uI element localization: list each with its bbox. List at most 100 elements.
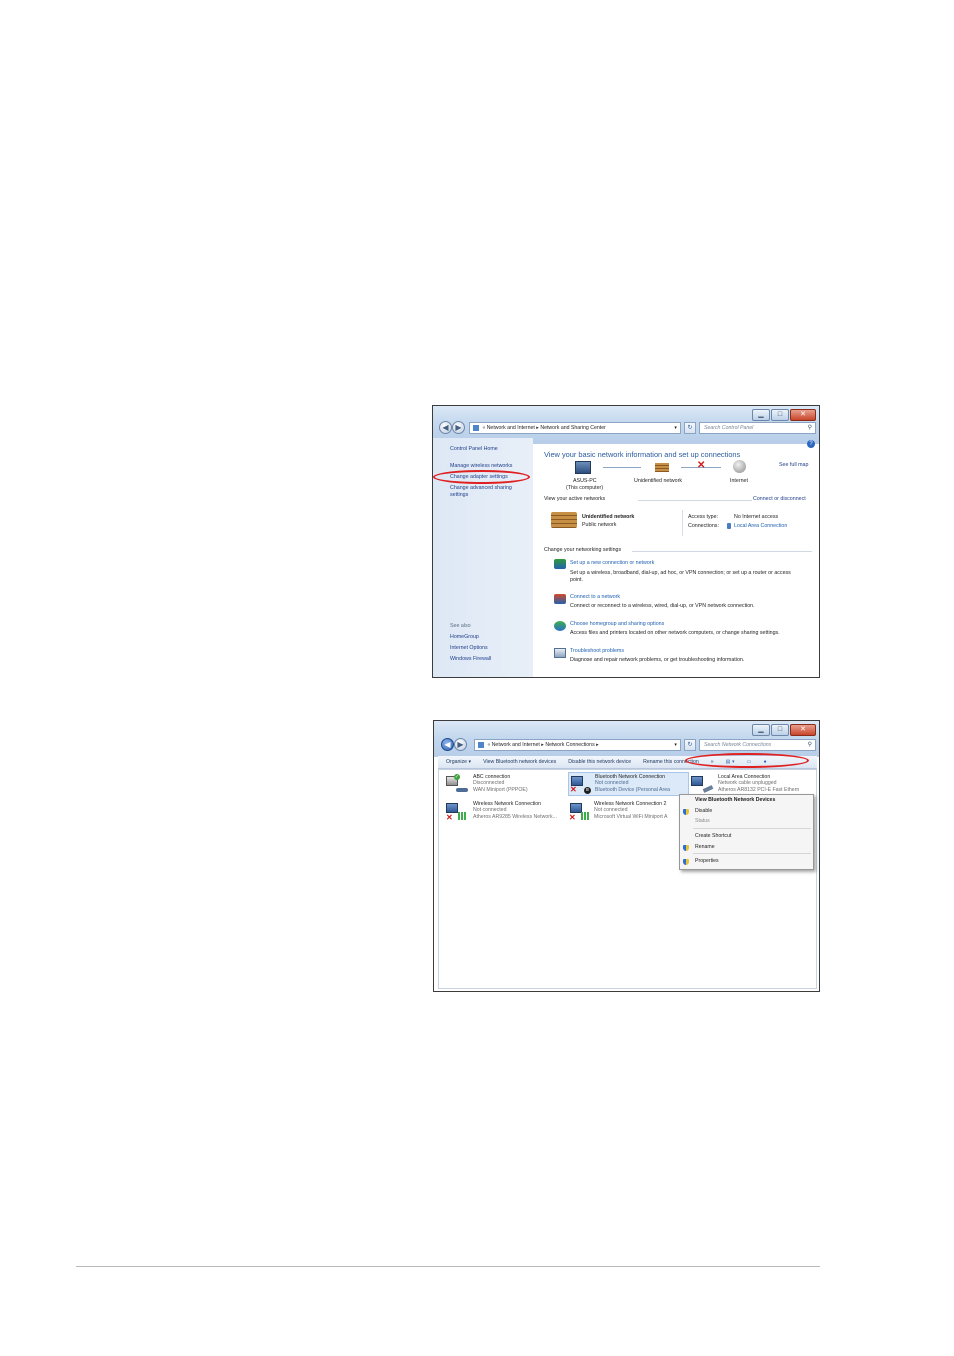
connected-check-icon: ✓: [454, 774, 460, 780]
menu-separator: [693, 853, 811, 854]
breadcrumb-chevrons: «: [482, 425, 486, 431]
refresh-icon[interactable]: ↻: [684, 739, 696, 751]
connection-item-wireless-2[interactable]: ✕ Wireless Network Connection 2 Not conn…: [568, 801, 680, 823]
network-adapter-icon: [691, 776, 703, 786]
wan-cable-icon: [456, 788, 468, 792]
change-advanced-sharing-link-line2[interactable]: settings: [450, 492, 468, 498]
menu-item-create-shortcut[interactable]: Create Shortcut: [680, 832, 813, 841]
change-settings-label: Change your networking settings: [544, 547, 622, 553]
window-controls-2: ▁ □ ✕: [751, 724, 816, 736]
active-network-type-link[interactable]: Public network: [582, 522, 616, 528]
active-networks-label: View your active networks: [544, 496, 606, 502]
section-divider-2: [632, 551, 812, 552]
back-button[interactable]: ◀: [439, 421, 452, 434]
local-area-connection-link[interactable]: Local Area Connection: [734, 523, 787, 529]
cable-unplugged-icon: [702, 785, 714, 793]
menu-item-properties-label: Properties: [695, 858, 719, 864]
connection-item-bluetooth[interactable]: ✕ ʙ Bluetooth Network Connection Not con…: [568, 772, 689, 796]
breadcrumb-separator: ▸: [541, 742, 544, 748]
minimize-button[interactable]: ▁: [752, 724, 770, 736]
forward-button[interactable]: ▶: [454, 738, 467, 751]
help-icon[interactable]: ?: [807, 440, 815, 448]
window-controls: ▁ □ ✕: [751, 409, 816, 421]
network-adapter-icon: [446, 803, 458, 813]
menu-item-rename[interactable]: Rename: [680, 843, 813, 852]
connections-label: Connections:: [688, 523, 719, 529]
section-divider: [638, 500, 752, 501]
signal-bars-icon: [458, 812, 468, 820]
menu-item-properties[interactable]: Properties: [680, 857, 813, 866]
connect-or-disconnect-link[interactable]: Connect or disconnect: [753, 496, 806, 502]
connection-text: ABC connection Disconnected WAN Miniport…: [473, 774, 528, 793]
connection-item-local-area[interactable]: Local Area Connection Network cable unpl…: [691, 774, 815, 796]
computer-icon: [575, 461, 591, 474]
troubleshoot-icon: [554, 648, 566, 658]
manage-wireless-link[interactable]: Manage wireless networks: [450, 463, 512, 469]
close-button[interactable]: ✕: [790, 409, 816, 421]
disconnected-x-icon: ✕: [569, 813, 576, 822]
search-icon[interactable]: ⚲: [808, 740, 812, 750]
address-bar[interactable]: « Network and Internet ▸ Network and Sha…: [469, 422, 681, 434]
dropdown-arrow-icon[interactable]: ▾: [674, 740, 677, 750]
breadcrumb-current[interactable]: Network and Sharing Center: [540, 425, 605, 431]
connection-device: Bluetooth Device (Personal Area: [595, 786, 670, 793]
bench-network-icon: [655, 463, 669, 472]
control-panel-home-link[interactable]: Control Panel Home: [450, 446, 498, 452]
page-title: View your basic network information and …: [544, 450, 741, 459]
setup-connection-desc: Set up a wireless, broadband, dial-up, a…: [570, 570, 791, 576]
address-bar-2[interactable]: « Network and Internet ▸ Network Connect…: [474, 739, 681, 751]
back-button[interactable]: ◀: [441, 738, 454, 751]
menu-item-disable-label: Disable: [695, 808, 713, 814]
forward-button[interactable]: ▶: [452, 421, 465, 434]
uac-shield-icon: [683, 845, 689, 851]
disable-device-button[interactable]: Disable this network device: [568, 759, 631, 765]
bench-network-icon-large: [551, 512, 577, 528]
map-internet-label: Internet: [730, 478, 748, 484]
setup-connection-icon: [554, 559, 566, 569]
internet-options-link[interactable]: Internet Options: [450, 645, 488, 651]
maximize-button[interactable]: □: [771, 724, 789, 736]
connection-item-abc[interactable]: ✓ ABC connection Disconnected WAN Minipo…: [446, 774, 566, 796]
homegroup-link[interactable]: HomeGroup: [450, 634, 479, 640]
breadcrumb-current[interactable]: Network Connections: [545, 742, 594, 748]
troubleshoot-desc: Diagnose and repair network problems, or…: [570, 657, 745, 663]
breadcrumb-separator-2: ▸: [596, 742, 599, 748]
map-computer-name: ASUS-PC: [573, 478, 597, 484]
search-input[interactable]: Search Control Panel ⚲: [699, 422, 816, 434]
access-type-value: No Internet access: [734, 514, 779, 520]
breadcrumb-root[interactable]: Network and Internet: [492, 742, 540, 748]
dropdown-arrow-icon[interactable]: ▾: [674, 423, 677, 433]
disconnected-x-icon: ✕: [570, 785, 577, 794]
map-line-1: [603, 467, 641, 468]
troubleshoot-link[interactable]: Troubleshoot problems: [570, 648, 624, 654]
homegroup-sharing-link[interactable]: Choose homegroup and sharing options: [570, 621, 664, 627]
close-button[interactable]: ✕: [790, 724, 816, 736]
maximize-button[interactable]: □: [771, 409, 789, 421]
view-bluetooth-devices-button[interactable]: View Bluetooth network devices: [483, 759, 556, 765]
menu-item-view-bluetooth-devices[interactable]: View Bluetooth Network Devices: [680, 796, 813, 805]
organize-menu[interactable]: Organize ▾: [446, 759, 471, 765]
globe-internet-icon: [733, 460, 746, 473]
minimize-button[interactable]: ▁: [752, 409, 770, 421]
connection-device: WAN Miniport (PPPOE): [473, 786, 528, 793]
connect-network-desc: Connect or reconnect to a wireless, wire…: [570, 603, 755, 609]
menu-item-disable[interactable]: Disable: [680, 807, 813, 816]
see-full-map-link[interactable]: See full map: [779, 462, 808, 468]
search-icon[interactable]: ⚲: [808, 423, 812, 433]
setup-connection-link[interactable]: Set up a new connection or network: [570, 560, 654, 566]
connection-text: Bluetooth Network Connection Not connect…: [595, 774, 670, 793]
change-advanced-sharing-link[interactable]: Change advanced sharing: [450, 485, 512, 491]
search-placeholder: Search Control Panel: [704, 425, 754, 431]
setup-connection-desc-2: point.: [570, 577, 583, 583]
windows-firewall-link[interactable]: Windows Firewall: [450, 656, 491, 662]
signal-bars-icon: [581, 812, 591, 820]
page-footer-rule: [76, 1266, 820, 1267]
connection-item-wireless[interactable]: ✕ Wireless Network Connection Not connec…: [446, 801, 568, 823]
refresh-icon[interactable]: ↻: [684, 422, 696, 434]
disconnected-x-icon: ✕: [446, 813, 453, 822]
connect-network-link[interactable]: Connect to a network: [570, 594, 620, 600]
control-panel-icon: [478, 741, 484, 748]
breadcrumb-root[interactable]: Network and Internet: [487, 425, 535, 431]
connection-text: Wireless Network Connection 2 Not connec…: [594, 801, 667, 820]
search-input-2[interactable]: Search Network Connections ⚲: [699, 739, 816, 751]
